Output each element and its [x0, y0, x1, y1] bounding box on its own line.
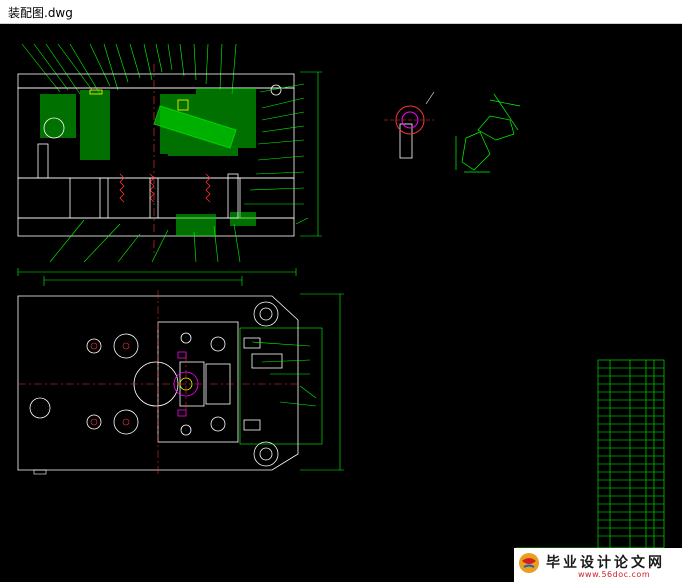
- site-watermark: 毕业设计论文网 www.56doc.com: [514, 548, 682, 582]
- assembly-drawing: [17, 43, 665, 559]
- cad-viewer-window: 装配图.dwg 毕业设计论文网 www.56doc.com: [0, 0, 682, 582]
- front-section-view: [17, 43, 322, 263]
- globe-icon: [518, 552, 540, 574]
- plan-view: [17, 268, 344, 476]
- title-bar: 装配图.dwg: [0, 0, 682, 24]
- watermark-title: 毕业设计论文网: [546, 555, 665, 571]
- bom-table: [515, 359, 665, 559]
- window-title: 装配图.dwg: [8, 6, 73, 20]
- drawing-canvas[interactable]: [0, 24, 682, 582]
- detail-view-1: [384, 91, 435, 159]
- watermark-url: www.56doc.com: [578, 570, 651, 579]
- detail-view-2: [455, 93, 521, 173]
